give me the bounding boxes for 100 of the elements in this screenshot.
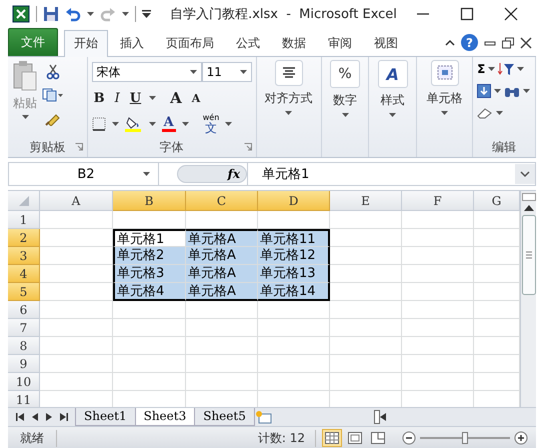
table-cell[interactable]: 单元格A (186, 229, 258, 247)
zoom-out-icon[interactable] (402, 431, 416, 445)
column-header[interactable]: B (113, 191, 186, 211)
file-tab[interactable]: 文件 (8, 28, 58, 56)
table-cell[interactable] (330, 229, 402, 247)
table-cell[interactable] (402, 265, 474, 283)
table-cell[interactable] (402, 301, 474, 319)
row-header[interactable]: 8 (8, 337, 40, 355)
table-cell[interactable] (40, 301, 113, 319)
table-cell[interactable] (402, 355, 474, 373)
table-cell[interactable] (40, 337, 113, 355)
table-cell[interactable]: 单元格12 (258, 247, 330, 265)
styles-icon[interactable]: A (378, 60, 408, 88)
row-header[interactable]: 5 (8, 283, 40, 301)
ribbon-button[interactable]: 单元格 (422, 60, 467, 137)
restore-icon[interactable] (502, 36, 514, 48)
table-cell[interactable] (330, 247, 402, 265)
table-cell[interactable]: 单元格13 (258, 265, 330, 283)
formula-divider-handle[interactable]: fx (177, 165, 247, 183)
row-header[interactable]: 9 (8, 355, 40, 373)
column-header[interactable]: G (474, 191, 520, 211)
dialog-launcher-icon[interactable] (244, 143, 252, 151)
table-cell[interactable] (330, 265, 402, 283)
ribbon-tab[interactable]: 插入 (110, 30, 154, 56)
cells-grid-icon[interactable] (430, 60, 459, 86)
table-cell[interactable] (402, 319, 474, 337)
table-cell[interactable]: 单元格A (186, 247, 258, 265)
table-cell[interactable]: 单元格3 (113, 265, 186, 283)
ribbon-button[interactable]: A 样式 (374, 60, 412, 137)
table-cell[interactable] (113, 337, 186, 355)
customize-caret-icon[interactable] (142, 10, 151, 18)
table-cell[interactable] (402, 283, 474, 301)
row-header[interactable]: 1 (8, 211, 40, 229)
table-cell[interactable] (330, 211, 402, 229)
ribbon-button[interactable]: % 数字 (326, 60, 364, 137)
table-cell[interactable] (186, 301, 258, 319)
table-cell[interactable] (402, 337, 474, 355)
save-icon[interactable] (43, 6, 59, 22)
sort-filter-icon[interactable] (498, 62, 514, 76)
table-cell[interactable] (40, 211, 113, 229)
fill-color-icon[interactable] (124, 116, 143, 132)
view-button[interactable] (345, 429, 365, 447)
table-cell[interactable]: 单元格14 (258, 283, 330, 301)
name-box[interactable]: B2 (9, 163, 159, 185)
column-header[interactable]: E (330, 191, 402, 211)
bold-button[interactable]: B (92, 90, 107, 106)
ribbon-tab[interactable]: 审阅 (318, 30, 362, 56)
table-cell[interactable]: 单元格A (186, 265, 258, 283)
previous-sheet-icon[interactable] (32, 413, 38, 421)
table-cell[interactable] (186, 337, 258, 355)
borders-icon[interactable] (92, 117, 106, 131)
table-cell[interactable] (402, 247, 474, 265)
tab-split-handle-icon[interactable] (374, 410, 380, 424)
ribbon-tab[interactable]: 开始 (64, 30, 108, 57)
copy-icon[interactable] (42, 88, 64, 102)
table-cell[interactable]: 单元格11 (258, 229, 330, 247)
row-header[interactable]: 2 (8, 229, 40, 247)
column-header[interactable]: C (186, 191, 258, 211)
fill-down-icon[interactable] (477, 84, 492, 98)
table-cell[interactable] (186, 319, 258, 337)
row-header[interactable]: 11 (8, 391, 40, 407)
column-header[interactable]: A (40, 191, 113, 211)
zoom-slider-thumb[interactable] (462, 432, 468, 444)
table-cell[interactable] (330, 337, 402, 355)
undo-icon[interactable] (65, 6, 81, 22)
excel-logo-icon[interactable] (12, 5, 30, 23)
scrollbar-thumb[interactable] (522, 215, 536, 295)
insert-function-button[interactable]: fx (228, 167, 240, 181)
table-cell[interactable] (258, 319, 330, 337)
table-cell[interactable] (113, 373, 186, 391)
font-size-dropdown[interactable]: 11 (202, 62, 252, 82)
table-cell[interactable] (402, 229, 474, 247)
align-center-icon[interactable] (274, 60, 303, 86)
table-cell[interactable] (258, 301, 330, 319)
table-cell[interactable] (113, 355, 186, 373)
dialog-launcher-icon[interactable] (74, 143, 83, 151)
table-cell[interactable] (330, 319, 402, 337)
sheet-tab[interactable]: Sheet1 (75, 408, 136, 426)
paste-icon[interactable] (12, 60, 38, 92)
select-all-icon[interactable] (18, 196, 28, 206)
table-cell[interactable]: 单元格1 (113, 229, 186, 247)
row-header[interactable]: 7 (8, 319, 40, 337)
table-cell[interactable] (186, 355, 258, 373)
help-button[interactable]: ? (461, 34, 478, 51)
column-header[interactable]: F (402, 191, 474, 211)
table-cell[interactable]: 单元格2 (113, 247, 186, 265)
sheet-tab[interactable]: Sheet3 (134, 408, 196, 426)
sheet-tab[interactable]: Sheet5 (194, 408, 255, 426)
table-cell[interactable]: 单元格A (186, 283, 258, 301)
collapse-ribbon-icon[interactable] (445, 39, 455, 46)
ribbon-tab[interactable]: 视图 (364, 30, 408, 56)
last-sheet-icon[interactable] (60, 413, 68, 421)
font-color-button[interactable]: A (162, 116, 176, 132)
table-cell[interactable] (40, 355, 113, 373)
table-cell[interactable] (258, 373, 330, 391)
scroll-left-icon[interactable] (380, 413, 386, 421)
underline-button[interactable]: U (128, 90, 144, 106)
ribbon-tab[interactable]: 页面布局 (156, 30, 224, 56)
ribbon-tab[interactable]: 数据 (272, 30, 316, 56)
row-header[interactable]: 3 (8, 247, 40, 265)
